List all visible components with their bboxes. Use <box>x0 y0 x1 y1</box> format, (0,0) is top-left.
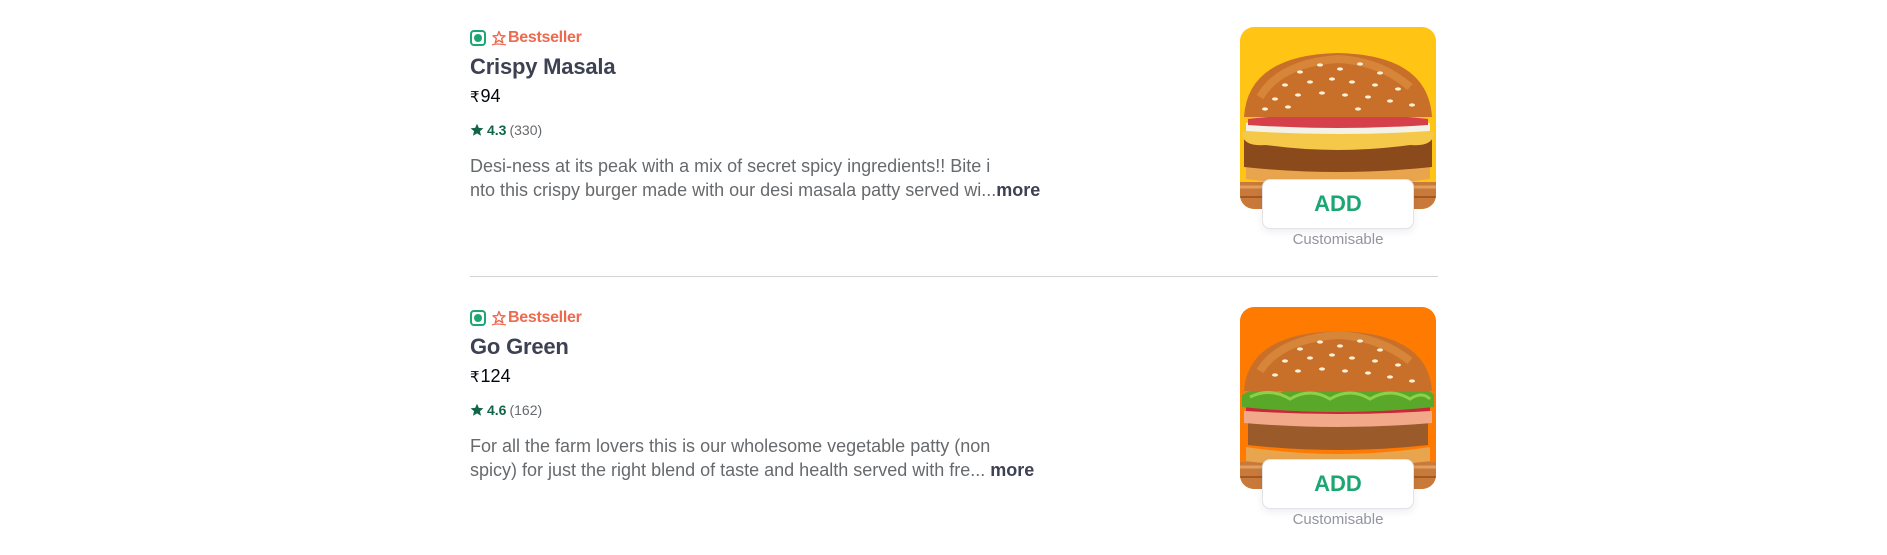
rating-count: (162) <box>509 402 543 418</box>
badges: Bestseller <box>470 307 1090 329</box>
item-info: Bestseller Go Green ₹124 4.6 (162) For a… <box>470 307 1090 482</box>
bestseller-star-icon <box>491 30 507 46</box>
bestseller-badge: Bestseller <box>491 309 582 327</box>
item-media: ADD Customisable <box>1240 307 1436 528</box>
description-line: For all the farm lovers this is our whol… <box>470 436 991 456</box>
veg-icon <box>470 310 486 326</box>
item-name: Go Green <box>470 334 569 359</box>
item-description: For all the farm lovers this is our whol… <box>470 434 1090 482</box>
add-button[interactable]: ADD <box>1262 179 1414 229</box>
menu-item-crispy-masala: Bestseller Crispy Masala ₹94 4.3 (330) D… <box>470 0 1438 276</box>
menu-list: Bestseller Crispy Masala ₹94 4.3 (330) D… <box>470 0 1438 555</box>
item-rating: 4.3 (330) <box>470 122 1090 138</box>
customisable-label: Customisable <box>1292 231 1384 248</box>
item-price: ₹124 <box>470 366 1090 387</box>
veg-icon <box>470 30 486 46</box>
add-button[interactable]: ADD <box>1262 459 1414 509</box>
rating-value: 4.6 <box>487 402 507 418</box>
currency-symbol: ₹ <box>470 89 480 106</box>
item-price: ₹94 <box>470 86 1090 107</box>
star-icon <box>470 123 484 136</box>
bestseller-label: Bestseller <box>508 309 582 326</box>
bestseller-label: Bestseller <box>508 29 582 46</box>
rating-count: (330) <box>509 122 543 138</box>
description-line-2: spicy) for just the right blend of taste… <box>470 460 1035 480</box>
more-link[interactable]: more <box>990 460 1034 480</box>
rating-value: 4.3 <box>487 122 507 138</box>
price-value: 124 <box>480 366 511 386</box>
item-info: Bestseller Crispy Masala ₹94 4.3 (330) D… <box>470 27 1090 202</box>
description-line: Desi-ness at its peak with a mix of secr… <box>470 156 991 176</box>
item-media: ADD Customisable <box>1240 27 1436 248</box>
item-rating: 4.6 (162) <box>470 402 1090 418</box>
customisable-label: Customisable <box>1292 511 1384 528</box>
badges: Bestseller <box>470 27 1090 49</box>
currency-symbol: ₹ <box>470 369 480 386</box>
bestseller-badge: Bestseller <box>491 29 582 47</box>
description-line-2: nto this crispy burger made with our des… <box>470 180 1041 200</box>
menu-item-go-green: Bestseller Go Green ₹124 4.6 (162) For a… <box>470 276 1438 555</box>
item-name: Crispy Masala <box>470 54 616 79</box>
item-description: Desi-ness at its peak with a mix of secr… <box>470 154 1090 202</box>
price-value: 94 <box>480 86 501 106</box>
bestseller-star-icon <box>491 310 507 326</box>
star-icon <box>470 403 484 416</box>
more-link[interactable]: more <box>996 180 1040 200</box>
